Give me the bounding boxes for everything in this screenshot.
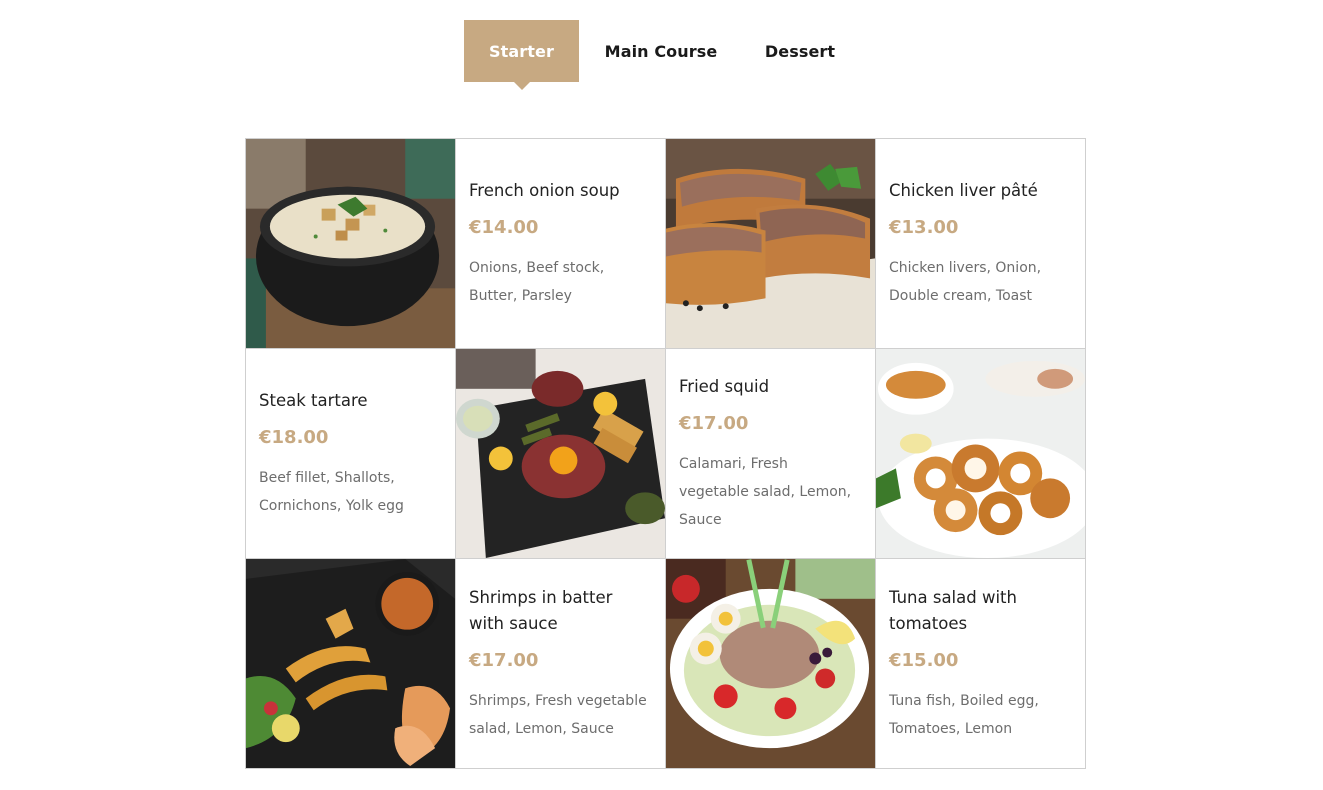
fried-squid-image: [876, 349, 1086, 559]
dish-ingredients: Tuna fish, Boiled egg, Tomatoes, Lemon: [889, 692, 1039, 737]
dish-grid: French onion soup €14.00 Onions, Beef st…: [245, 138, 1086, 769]
dish-ingredients: Chicken livers, Onion, Double cream, Toa…: [889, 259, 1042, 304]
tab-starter[interactable]: Starter: [464, 20, 579, 90]
soup-bowl-image: [246, 139, 456, 349]
shrimps-batter-image: [246, 559, 456, 769]
menu-tabs: Starter Main Course Dessert: [464, 20, 863, 90]
dish-price: €14.00: [469, 216, 539, 238]
pate-toast-image: [666, 139, 876, 349]
dish-card[interactable]: Fried squid €17.00 Calamari, Fresh veget…: [666, 349, 876, 559]
dish-ingredients: Calamari, Fresh vegetable salad, Lemon, …: [679, 455, 852, 528]
dish-ingredients: Onions, Beef stock, Butter, Parsley: [469, 259, 605, 304]
dish-name: Tuna salad with tomatoes: [889, 587, 1017, 633]
dish-card[interactable]: Steak tartare €18.00 Beef fillet, Shallo…: [246, 349, 456, 559]
dish-price: €17.00: [469, 649, 539, 671]
dish-card[interactable]: Tuna salad with tomatoes €15.00 Tuna fis…: [876, 559, 1086, 769]
menu-page: Starter Main Course Dessert French onion…: [0, 0, 1323, 790]
dish-name: Chicken liver pâté: [889, 180, 1038, 200]
dish-card[interactable]: Shrimps in batter with sauce €17.00 Shri…: [456, 559, 666, 769]
tuna-salad-image: [666, 559, 876, 769]
dish-name: Steak tartare: [259, 390, 368, 410]
dish-ingredients: Shrimps, Fresh vegetable salad, Lemon, S…: [469, 692, 647, 737]
tab-dessert[interactable]: Dessert: [743, 20, 863, 82]
dish-card[interactable]: French onion soup €14.00 Onions, Beef st…: [456, 139, 666, 349]
dish-price: €18.00: [259, 426, 329, 448]
dish-price: €17.00: [679, 412, 749, 434]
tab-main-course[interactable]: Main Course: [579, 20, 743, 82]
dish-name: French onion soup: [469, 180, 620, 200]
dish-price: €13.00: [889, 216, 959, 238]
steak-tartare-image: [456, 349, 666, 559]
dish-card[interactable]: Chicken liver pâté €13.00 Chicken livers…: [876, 139, 1086, 349]
dish-name: Fried squid: [679, 376, 770, 396]
dish-name: Shrimps in batter with sauce: [469, 587, 613, 633]
dish-price: €15.00: [889, 649, 959, 671]
dish-ingredients: Beef fillet, Shallots, Cornichons, Yolk …: [259, 469, 404, 514]
